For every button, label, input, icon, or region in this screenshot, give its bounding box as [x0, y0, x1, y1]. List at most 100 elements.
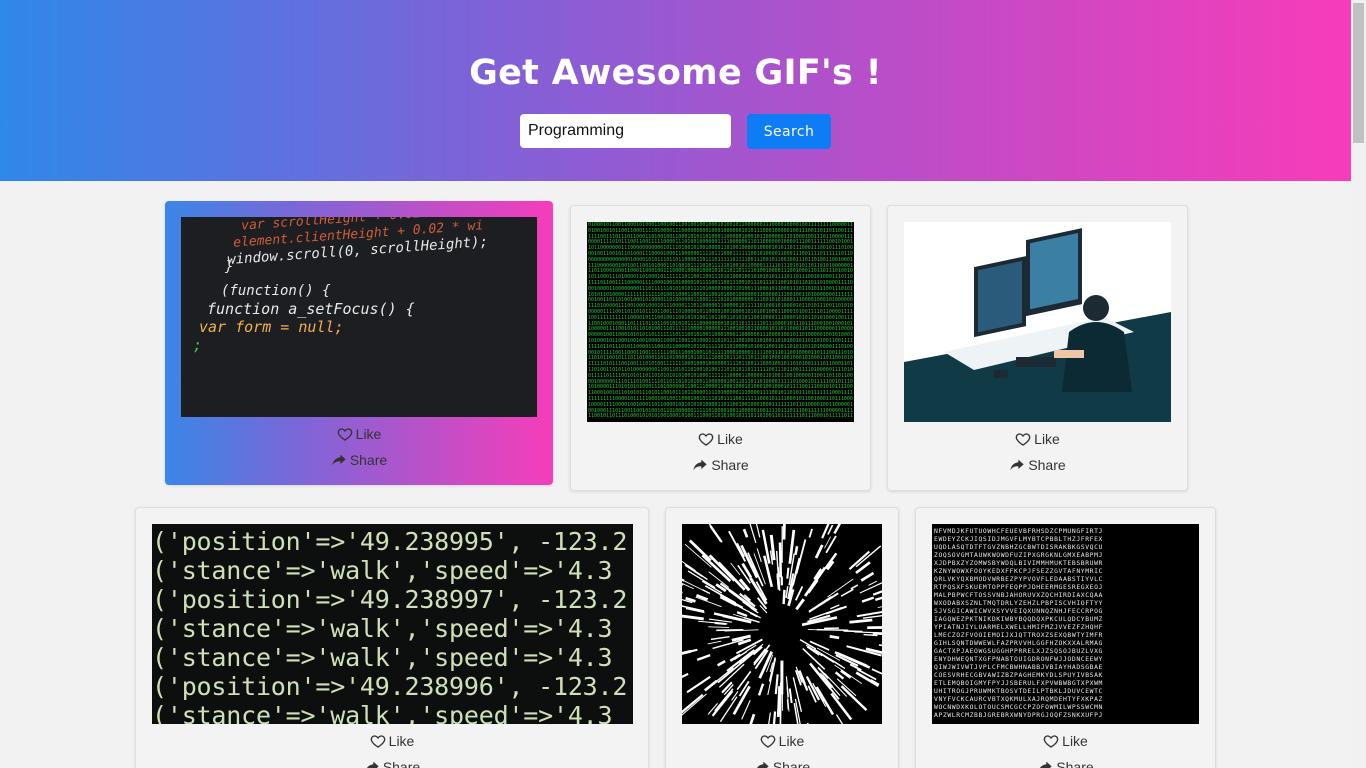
star-streak: [827, 578, 854, 598]
share-label: Share: [1056, 759, 1094, 768]
star-streak: [682, 578, 685, 582]
code-line: function a_setFocus() {: [207, 300, 415, 318]
star-streak: [861, 596, 875, 603]
star-streak: [729, 653, 741, 662]
gif-image[interactable]: [682, 524, 882, 724]
star-streak: [820, 676, 840, 700]
share-label: Share: [349, 452, 388, 468]
share-icon: [366, 761, 379, 768]
code-line: }: [225, 259, 234, 275]
star-streak: [820, 653, 835, 663]
gif-image[interactable]: 0100010110011000101000110010011001001001…: [587, 222, 854, 422]
search-button[interactable]: Search: [747, 114, 831, 149]
like-button[interactable]: Like: [888, 431, 1187, 447]
share-icon: [332, 454, 346, 466]
star-streak: [863, 633, 878, 637]
code-line: ('stance'=>'walk','speed'=>'4.3: [152, 643, 613, 672]
star-streak: [835, 714, 843, 724]
gif-card[interactable]: NFVMDJKFUTUOWHCFEUEVBFRHSDZCPMUNGFIRTJ E…: [915, 507, 1216, 768]
star-streak: [779, 693, 782, 724]
gif-card[interactable]: Like Share: [887, 205, 1188, 491]
star-streak: [794, 546, 799, 556]
star-streak: [833, 524, 842, 535]
like-label: Like: [778, 733, 805, 749]
heart-icon: [370, 735, 385, 748]
star-streak: [849, 618, 873, 624]
share-button[interactable]: Share: [571, 457, 870, 473]
star-streak: [795, 539, 807, 574]
star-streak: [868, 580, 877, 586]
like-label: Like: [1034, 431, 1060, 447]
gif-card[interactable]: var scrollHeight + 0.02 * wi element.cli…: [165, 201, 553, 485]
share-button[interactable]: Share: [888, 457, 1187, 473]
star-streak: [808, 528, 813, 538]
share-button[interactable]: Share: [136, 759, 648, 768]
page-title: Get Awesome GIF's !: [469, 53, 882, 93]
code-line: ('position'=>'49.238995', -123.2: [152, 527, 628, 556]
star-streak: [695, 593, 709, 601]
gif-image[interactable]: var scrollHeight + 0.02 * wi element.cli…: [181, 217, 537, 417]
star-streak: [711, 690, 734, 717]
code-line: ('stance'=>'walk','speed'=>'4.3: [152, 614, 613, 643]
star-streak: [682, 672, 689, 678]
share-button[interactable]: Share: [165, 452, 553, 468]
star-streak: [871, 668, 882, 675]
scrollbar[interactable]: [1351, 0, 1366, 768]
gif-image[interactable]: [904, 222, 1171, 422]
star-streak: [827, 524, 834, 535]
like-label: Like: [388, 733, 415, 749]
code-line: ('stance'=>'walk','speed'=>'4.3: [152, 556, 613, 585]
star-streak: [854, 631, 877, 634]
heart-icon: [698, 433, 714, 446]
star-streak: [808, 592, 839, 613]
star-streak: [775, 550, 780, 576]
star-streak: [749, 524, 757, 544]
star-streak: [821, 524, 830, 539]
star-streak: [856, 610, 882, 618]
star-streak: [859, 582, 882, 594]
share-icon: [1040, 761, 1052, 768]
star-streak: [843, 630, 863, 633]
share-icon: [1010, 459, 1024, 471]
heart-icon: [1043, 735, 1059, 748]
like-button[interactable]: Like: [666, 733, 898, 749]
like-button[interactable]: Like: [916, 733, 1215, 749]
star-streak: [862, 615, 882, 619]
star-streak: [732, 685, 751, 715]
star-streak: [709, 525, 723, 543]
gif-image[interactable]: NFVMDJKFUTUOWHCFEUEVBFRHSDZCPMUNGFIRTJ E…: [932, 524, 1199, 724]
star-streak: [716, 628, 744, 632]
like-button[interactable]: Like: [165, 426, 553, 442]
star-streak: [682, 693, 707, 716]
star-streak: [803, 566, 827, 597]
star-streak: [730, 562, 741, 576]
share-button[interactable]: Share: [916, 759, 1215, 768]
star-streak: [855, 561, 871, 574]
star-streak: [815, 686, 835, 716]
heart-icon: [337, 428, 352, 441]
gif-card[interactable]: 0100010110011000101000110010011001001001…: [570, 205, 871, 491]
star-streak: [682, 649, 692, 655]
share-button[interactable]: Share: [666, 759, 898, 768]
star-streak: [716, 667, 734, 682]
star-streak: [768, 712, 771, 724]
hyperspace-stars: [682, 524, 882, 724]
gif-card[interactable]: Like Share: [665, 507, 899, 768]
developer-illustration: [904, 228, 1171, 422]
star-streak: [716, 659, 726, 667]
like-button[interactable]: Like: [571, 431, 870, 447]
star-streak: [703, 679, 718, 692]
gif-image[interactable]: ('position'=>'49.238995', -123.2 ('stanc…: [152, 524, 633, 724]
search-input[interactable]: [520, 114, 731, 148]
star-streak: [785, 586, 789, 599]
star-streak: [749, 713, 756, 724]
gif-card[interactable]: ('position'=>'49.238995', -123.2 ('stanc…: [135, 507, 649, 768]
code-line: ('stance'=>'walk','speed'=>'4.3: [152, 701, 613, 724]
star-streak: [742, 528, 749, 538]
star-streak: [830, 604, 840, 610]
star-streak: [836, 678, 857, 697]
scrollbar-thumb[interactable]: [1353, 3, 1364, 143]
like-button[interactable]: Like: [136, 733, 648, 749]
like-label: Like: [355, 426, 382, 442]
star-streak: [877, 606, 882, 609]
